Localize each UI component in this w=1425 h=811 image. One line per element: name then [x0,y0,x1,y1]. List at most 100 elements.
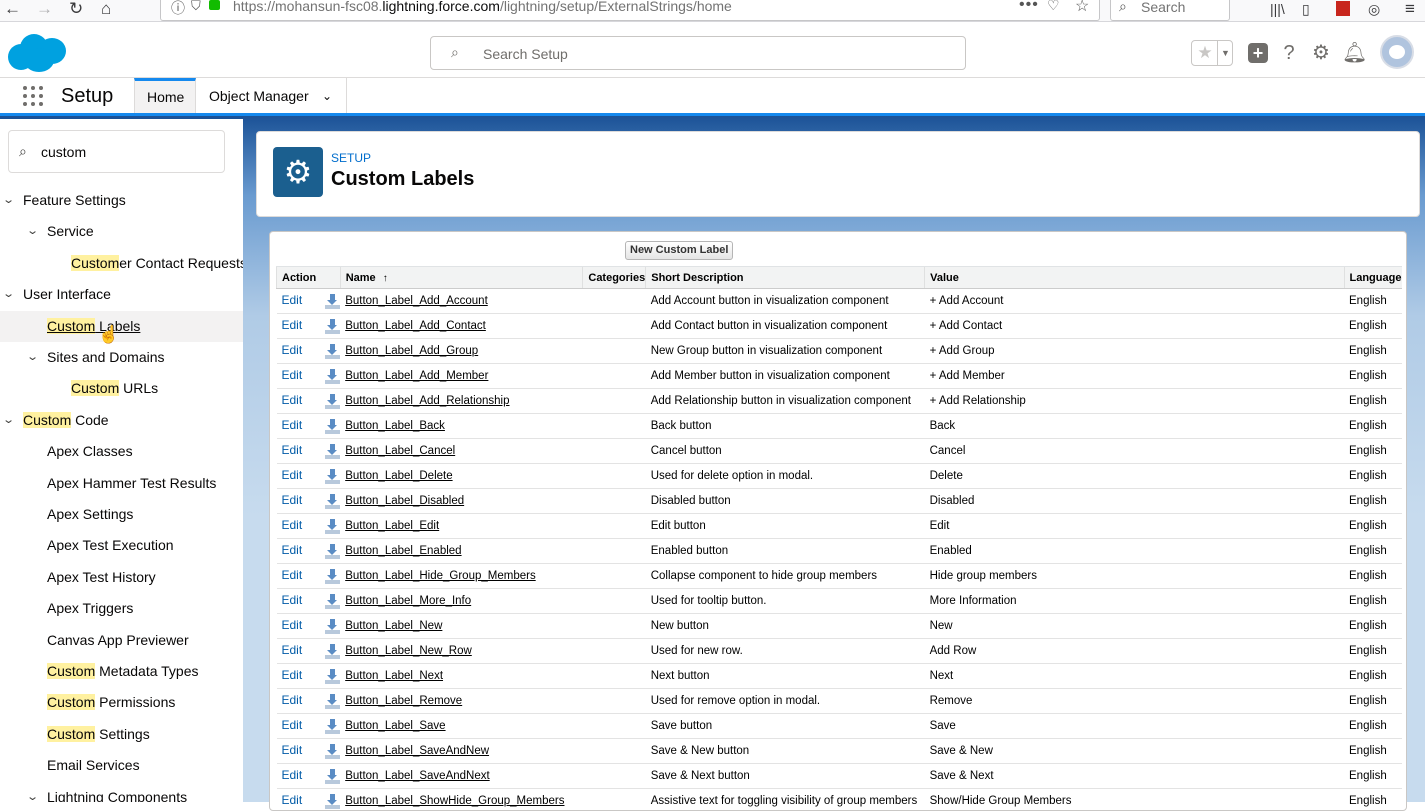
chevron-down-icon[interactable]: ⌄ [26,216,39,247]
label-name-link[interactable]: Button_Label_Remove [345,695,462,707]
column-header-short-description[interactable]: Short Description [646,267,925,289]
sidebar-tree-item[interactable]: Apex Triggers [0,593,243,624]
download-icon[interactable] [325,669,340,684]
column-header-value[interactable]: Value [925,267,1344,289]
label-name-link[interactable]: Button_Label_Hide_Group_Members [345,570,536,582]
library-icon[interactable]: |||\ [1270,0,1285,18]
edit-link[interactable]: Edit [282,743,303,757]
download-icon[interactable] [325,569,340,584]
download-icon[interactable] [325,544,340,559]
edit-link[interactable]: Edit [282,643,303,657]
label-name-link[interactable]: Button_Label_Add_Group [345,345,478,357]
download-icon[interactable] [325,644,340,659]
sidebar-tree-item[interactable]: ⌄Feature Settings [0,185,243,216]
star-icon[interactable]: ★ [1195,43,1215,63]
account-icon[interactable]: ◎ [1368,0,1380,18]
label-name-link[interactable]: Button_Label_Cancel [345,445,455,457]
download-icon[interactable] [325,419,340,434]
sidebar-tree-item[interactable]: Customer Contact Requests [0,248,243,279]
edit-link[interactable]: Edit [282,768,303,782]
chevron-down-icon[interactable]: ⌄ [2,405,15,436]
help-icon[interactable]: ? [1278,42,1300,64]
sidebar-tree-item[interactable]: Custom Metadata Types [0,656,243,687]
forward-icon[interactable]: → [36,0,53,18]
reload-icon[interactable]: ↻ [69,0,83,18]
download-icon[interactable] [325,344,340,359]
label-name-link[interactable]: Button_Label_Add_Account [345,295,488,307]
download-icon[interactable] [325,494,340,509]
chevron-down-icon[interactable]: ⌄ [26,782,39,802]
label-name-link[interactable]: Button_Label_Delete [345,470,452,482]
download-icon[interactable] [325,794,340,809]
download-icon[interactable] [325,694,340,709]
download-icon[interactable] [325,294,340,309]
sidebar-toggle-icon[interactable]: ▯ [1302,0,1310,18]
label-name-link[interactable]: Button_Label_Add_Member [345,370,488,382]
new-custom-label-button[interactable]: New Custom Label [625,241,733,260]
edit-link[interactable]: Edit [282,593,303,607]
label-name-link[interactable]: Button_Label_SaveAndNew [345,745,489,757]
edit-link[interactable]: Edit [282,368,303,382]
label-name-link[interactable]: Button_Label_Disabled [345,495,464,507]
salesforce-logo[interactable] [8,32,68,74]
sidebar-tree-item[interactable]: Apex Settings [0,499,243,530]
download-icon[interactable] [325,394,340,409]
page-actions-icon[interactable]: ••• [1019,0,1039,14]
tab-home[interactable]: Home [134,78,196,113]
sidebar-tree-item[interactable]: Email Services [0,750,243,781]
sidebar-tree-item[interactable]: Custom URLs [0,373,243,404]
label-name-link[interactable]: Button_Label_Back [345,420,445,432]
avatar[interactable] [1380,35,1414,69]
edit-link[interactable]: Edit [282,468,303,482]
selenium-extension-icon[interactable] [1336,1,1350,16]
sidebar-tree-item[interactable]: ⌄Lightning Components [0,782,243,802]
label-name-link[interactable]: Button_Label_New_Row [345,645,472,657]
bell-icon[interactable]: 🔔︎ [1342,42,1364,64]
label-name-link[interactable]: Button_Label_More_Info [345,595,471,607]
browser-search-box[interactable]: ⌕ Search [1110,0,1230,21]
download-icon[interactable] [325,469,340,484]
edit-link[interactable]: Edit [282,793,303,807]
breadcrumb[interactable]: SETUP [331,151,371,165]
pocket-icon[interactable]: ♡ [1047,0,1060,14]
label-name-link[interactable]: Button_Label_Save [345,720,445,732]
sidebar-tree-item[interactable]: Apex Classes [0,436,243,467]
edit-link[interactable]: Edit [282,718,303,732]
back-icon[interactable]: ← [4,0,21,18]
download-icon[interactable] [325,744,340,759]
sidebar-tree-item[interactable]: ⌄User Interface [0,279,243,310]
edit-link[interactable]: Edit [282,518,303,532]
favorites-button[interactable]: ★ ▼ [1191,40,1233,66]
label-name-link[interactable]: Button_Label_Add_Relationship [345,395,509,407]
label-name-link[interactable]: Button_Label_Next [345,670,443,682]
edit-link[interactable]: Edit [282,693,303,707]
info-icon[interactable]: ⓘ [171,0,185,18]
download-icon[interactable] [325,619,340,634]
label-name-link[interactable]: Button_Label_ShowHide_Group_Members [345,795,564,807]
sidebar-tree-item[interactable]: Custom Settings [0,719,243,750]
download-icon[interactable] [325,594,340,609]
edit-link[interactable]: Edit [282,293,303,307]
edit-link[interactable]: Edit [282,568,303,582]
download-icon[interactable] [325,719,340,734]
label-name-link[interactable]: Button_Label_New [345,620,442,632]
download-icon[interactable] [325,319,340,334]
chevron-down-icon[interactable]: ⌄ [322,78,332,114]
download-icon[interactable] [325,519,340,534]
home-icon[interactable]: ⌂ [101,0,111,18]
download-icon[interactable] [325,444,340,459]
download-icon[interactable] [325,769,340,784]
tab-object-manager[interactable]: Object Manager⌄ [197,78,347,113]
chevron-down-icon[interactable]: ⌄ [2,185,15,216]
chevron-down-icon[interactable]: ▼ [1217,41,1233,65]
label-name-link[interactable]: Button_Label_Add_Contact [345,320,486,332]
app-launcher-icon[interactable] [23,86,43,106]
label-name-link[interactable]: Button_Label_Edit [345,520,439,532]
sidebar-tree-item[interactable]: Canvas App Previewer [0,625,243,656]
menu-icon[interactable]: ≡ [1405,0,1415,18]
edit-link[interactable]: Edit [282,318,303,332]
quick-find-input[interactable]: ⌕ custom [8,130,225,173]
sidebar-tree-item[interactable]: Apex Test Execution [0,530,243,561]
label-name-link[interactable]: Button_Label_Enabled [345,545,461,557]
sidebar-tree-item[interactable]: ⌄Sites and Domains [0,342,243,373]
